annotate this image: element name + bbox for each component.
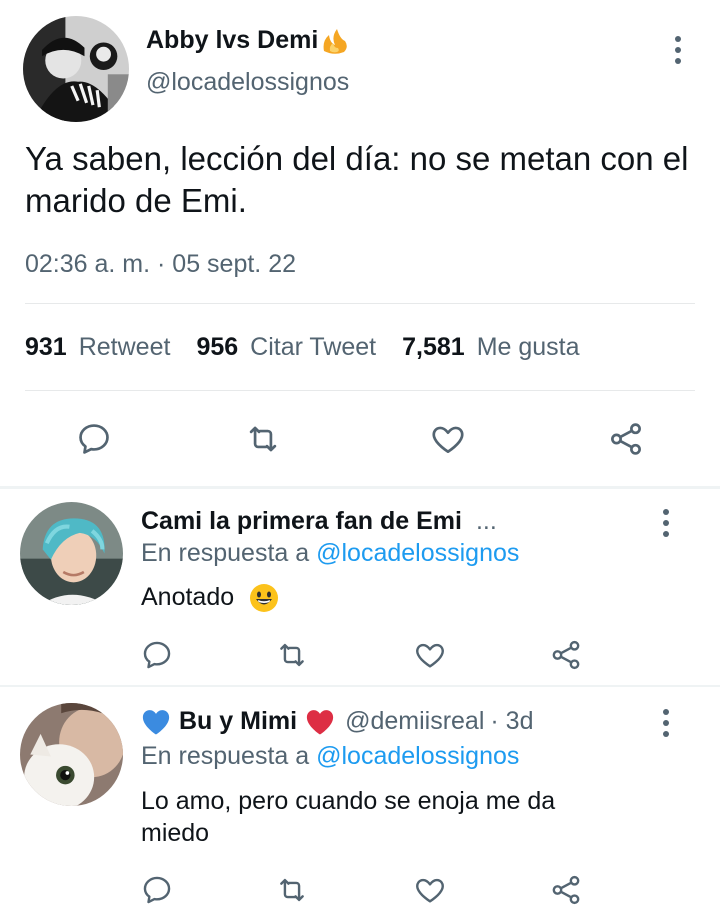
tweet-timestamp[interactable]: 02:36 a. m. · 05 sept. 22 [25, 250, 296, 279]
reply-author-handle[interactable]: @demiisreal [345, 707, 484, 736]
quote-count[interactable]: 956 [196, 333, 238, 362]
divider [25, 390, 695, 391]
more-options-icon[interactable] [656, 505, 676, 541]
divider [25, 303, 695, 304]
reply-avatar[interactable] [20, 703, 123, 806]
heart-icon[interactable] [410, 635, 450, 675]
flame-emoji-icon [320, 27, 350, 55]
reply-header: Bu y Mimi @demiisreal · 3d [141, 707, 533, 736]
reply-avatar[interactable] [20, 502, 123, 605]
retweet-icon[interactable] [272, 870, 312, 910]
blue-heart-icon [141, 708, 171, 736]
retweet-count[interactable]: 931 [25, 333, 67, 362]
reply-author-name[interactable]: Bu y Mimi [179, 707, 297, 736]
more-options-icon[interactable] [668, 32, 688, 68]
author-avatar[interactable] [23, 16, 129, 122]
reply-author-name[interactable]: Cami la primera fan de Emi [141, 507, 462, 536]
like-label[interactable]: Me gusta [477, 333, 580, 362]
reply-icon[interactable] [137, 870, 177, 910]
reply-tweet[interactable]: Bu y Mimi @demiisreal · 3d En respuesta … [0, 687, 720, 924]
reply-header: Cami la primera fan de Emi ... [141, 507, 497, 536]
reply-text: Lo amo, pero cuando se enoja me da miedo [141, 787, 556, 847]
reply-time[interactable]: · 3d [490, 707, 533, 736]
main-tweet: Abby lvs Demi @locadelossignos Ya saben,… [0, 0, 720, 486]
author-name-text: Abby lvs Demi [146, 26, 319, 54]
reply-icon[interactable] [137, 635, 177, 675]
share-icon[interactable] [604, 417, 648, 461]
retweet-icon[interactable] [272, 635, 312, 675]
heart-icon[interactable] [410, 870, 450, 910]
grinning-face-icon [249, 583, 279, 613]
retweet-icon[interactable] [241, 417, 285, 461]
heart-icon[interactable] [426, 417, 470, 461]
reply-tweet[interactable]: Cami la primera fan de Emi ... En respue… [0, 489, 720, 685]
red-heart-icon [305, 708, 335, 736]
reply-icon[interactable] [72, 417, 116, 461]
quote-label[interactable]: Citar Tweet [250, 333, 376, 362]
more-options-icon[interactable] [656, 705, 676, 741]
name-truncation: ... [475, 507, 497, 535]
reply-text: Anotado [141, 581, 681, 613]
in-reply-prefix: En respuesta a [141, 742, 317, 770]
retweet-label[interactable]: Retweet [79, 333, 171, 362]
share-icon[interactable] [546, 635, 586, 675]
tweet-stats: 931 Retweet 956 Citar Tweet 7,581 Me gus… [25, 333, 606, 362]
in-reply-prefix: En respuesta a [141, 539, 317, 567]
author-handle[interactable]: @locadelossignos [146, 68, 349, 97]
reply-mention-link[interactable]: @locadelossignos [316, 539, 519, 567]
in-reply-to: En respuesta a @locadelossignos [141, 539, 519, 568]
reply-text-content: Anotado [141, 583, 235, 611]
share-icon[interactable] [546, 870, 586, 910]
tweet-text: Ya saben, lección del día: no se metan c… [25, 140, 689, 219]
author-name[interactable]: Abby lvs Demi [146, 26, 350, 55]
reply-mention-link[interactable]: @locadelossignos [316, 742, 519, 770]
in-reply-to: En respuesta a @locadelossignos [141, 742, 519, 771]
like-count[interactable]: 7,581 [402, 333, 465, 362]
